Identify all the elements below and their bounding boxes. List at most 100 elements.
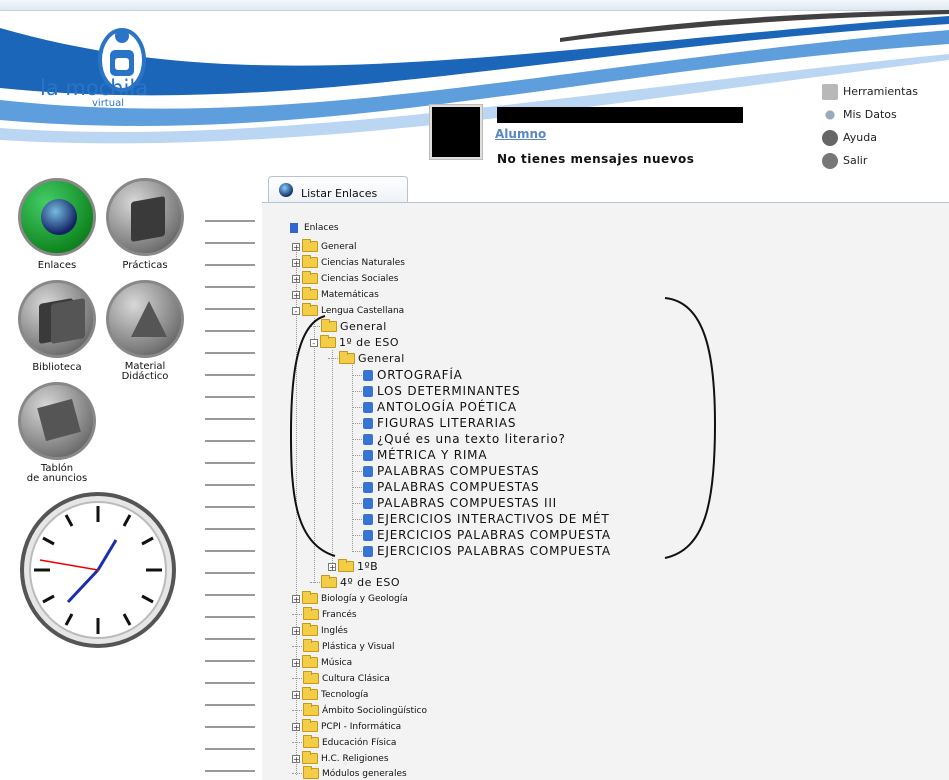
nav-label: Biblioteca [32, 362, 82, 373]
binder-rings [205, 220, 255, 772]
folder-icon [302, 239, 318, 252]
book-icon [106, 178, 184, 256]
menu-label: Herramientas [843, 85, 918, 98]
clock-icon [20, 492, 176, 648]
tree-label: Biología y Geología [321, 593, 408, 604]
tree-item[interactable]: Módulos generales [292, 766, 407, 779]
expand-icon: + [292, 626, 300, 636]
tree-label: Francés [322, 609, 357, 620]
tree-connector [310, 582, 320, 583]
menu-item-mis-datos[interactable]: Mis Datos [822, 103, 918, 126]
tree-item[interactable]: Francés [292, 607, 357, 620]
folder-icon [321, 575, 337, 588]
tree-item[interactable]: Ámbito Sociolingüístico [292, 703, 428, 716]
tree-item[interactable]: + Ciencias Sociales [292, 271, 399, 284]
tree-item[interactable]: + General [292, 239, 357, 252]
logo-title: la mochila [40, 76, 149, 100]
nav-label: Didáctico [121, 371, 169, 382]
messages-status[interactable]: No tienes mensajes nuevos [497, 152, 694, 166]
nav-biblioteca[interactable]: Biblioteca [15, 280, 99, 373]
globe-icon [279, 183, 293, 197]
tree-label: Educación Física [322, 737, 397, 748]
tree-label: Ámbito Sociolingüístico [322, 705, 428, 716]
annotation-bracket [289, 297, 717, 559]
expand-icon: + [292, 258, 300, 268]
redacted-user-name [497, 107, 743, 123]
app-logo[interactable] [12, 20, 202, 130]
database-icon [290, 223, 298, 233]
folder-icon [303, 703, 319, 716]
tree-item[interactable]: + PCPI - Informática [292, 719, 402, 732]
folder-icon [302, 687, 318, 700]
tree-item[interactable]: + Tecnología [292, 687, 368, 700]
tree-connector [292, 773, 302, 774]
folder-icon [302, 271, 318, 284]
folder-icon [303, 735, 319, 748]
expand-icon: + [292, 242, 300, 252]
tree-label: H.C. Religiones [321, 753, 389, 764]
expand-icon: + [292, 594, 300, 604]
nav-label: Prácticas [122, 260, 168, 271]
tab-label: Listar Enlaces [301, 187, 378, 200]
tree-label: 4º de ESO [340, 576, 401, 589]
menu-item-herramientas[interactable]: Herramientas [822, 80, 918, 103]
tree-label: PCPI - Informática [321, 721, 402, 732]
tree-item[interactable]: + Ciencias Naturales [292, 255, 405, 268]
books-icon [18, 280, 96, 358]
tree-root[interactable]: Enlaces [290, 223, 339, 233]
folder-icon [303, 639, 319, 652]
tree-label: Enlaces [304, 223, 339, 233]
tree-label: General [321, 241, 357, 252]
nav-material-didactico[interactable]: Material Didáctico [103, 280, 187, 382]
board-icon [18, 382, 96, 460]
tree-label: Ciencias Sociales [321, 273, 399, 284]
backpack-logo-icon [98, 28, 146, 92]
folder-icon [302, 623, 318, 636]
menu-item-ayuda[interactable]: Ayuda [822, 126, 918, 149]
globe-icon [18, 178, 96, 256]
tree-connector [292, 710, 302, 711]
expand-icon: + [292, 658, 300, 668]
folder-icon [303, 766, 319, 779]
tree-label: Ciencias Naturales [321, 257, 405, 268]
tree-label: Plástica y Visual [322, 641, 395, 652]
expand-icon: + [292, 274, 300, 284]
user-icon [822, 106, 838, 123]
tree-item[interactable]: 4º de ESO [310, 575, 401, 589]
nav-label: Enlaces [37, 260, 77, 271]
exit-icon [822, 152, 838, 169]
tree-item[interactable]: Cultura Clásica [292, 671, 390, 684]
user-role: Alumno [495, 127, 547, 141]
folder-icon [303, 607, 319, 620]
menu-item-salir[interactable]: Salir [822, 149, 918, 172]
tree-connector [292, 614, 302, 615]
nav-tablon[interactable]: Tablón de anuncios [15, 382, 99, 484]
menu-label: Ayuda [843, 131, 877, 144]
tab-listar-enlaces[interactable]: Listar Enlaces [268, 176, 408, 202]
folder-icon [302, 751, 318, 764]
folder-icon [302, 655, 318, 668]
menu-label: Salir [843, 154, 868, 167]
tree-item[interactable]: + Biología y Geología [292, 591, 408, 604]
avatar [430, 105, 482, 159]
tree-item[interactable]: + Inglés [292, 623, 348, 636]
folder-icon [302, 719, 318, 732]
tree-item[interactable]: + H.C. Religiones [292, 751, 389, 764]
expand-icon: + [292, 690, 300, 700]
tools-compass-icon [106, 280, 184, 358]
tree-label: Inglés [321, 625, 348, 636]
top-menu: Herramientas Mis Datos Ayuda Salir [822, 80, 918, 172]
expand-icon: + [292, 722, 300, 732]
folder-icon [302, 591, 318, 604]
menu-label: Mis Datos [843, 108, 897, 121]
folder-icon [303, 671, 319, 684]
folder-icon [302, 255, 318, 268]
tools-icon [822, 83, 838, 100]
tree-item[interactable]: + Música [292, 655, 352, 668]
nav-enlaces[interactable]: Enlaces [15, 178, 99, 271]
tree-label: Módulos generales [322, 768, 407, 779]
nav-practicas[interactable]: Prácticas [103, 178, 187, 271]
tree-item[interactable]: Educación Física [292, 735, 397, 748]
tree-item[interactable]: Plástica y Visual [292, 639, 395, 652]
tree-label: Cultura Clásica [322, 673, 390, 684]
